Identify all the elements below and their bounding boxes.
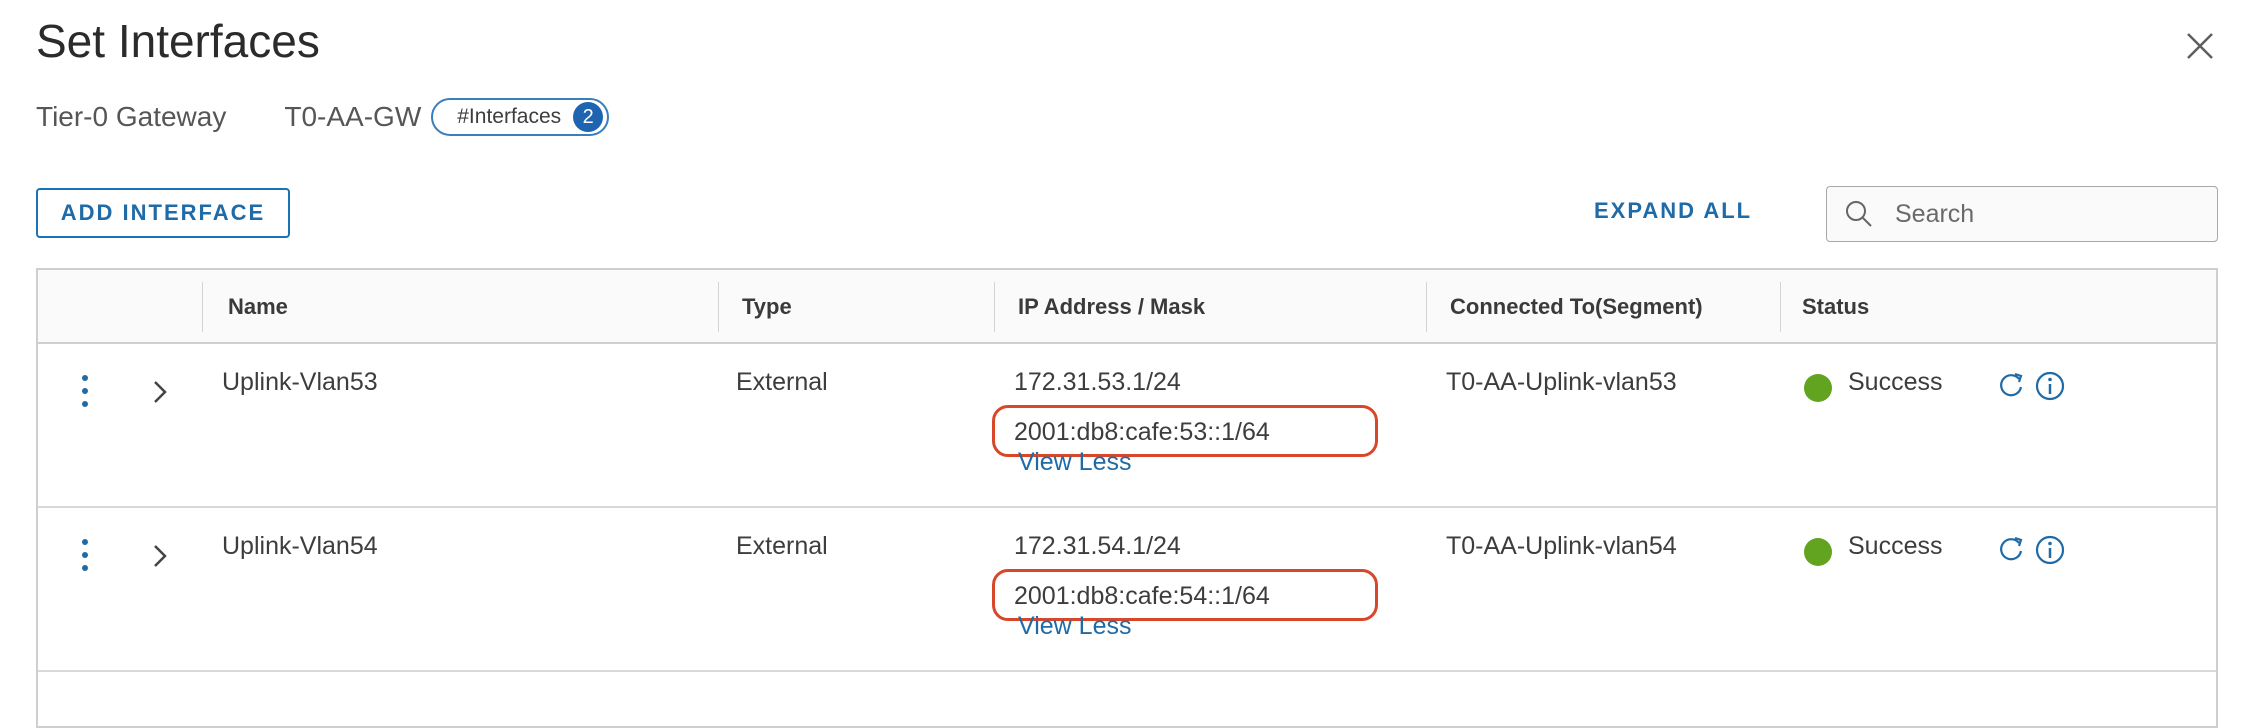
page-title: Set Interfaces [36,15,320,67]
add-interface-button[interactable]: ADD INTERFACE [36,188,290,238]
connected-segment: T0-AA-Uplink-vlan53 [1446,368,1677,396]
ipv4-address: 172.31.53.1/24 [1014,368,1181,396]
view-less-link[interactable]: View Less [1018,448,1132,477]
gateway-name: T0-AA-GW [284,101,422,132]
search-icon [1843,198,1875,230]
column-separator [1780,282,1781,332]
table-header: Name Type IP Address / Mask Connected To… [38,270,2216,344]
kebab-menu-icon[interactable] [78,538,92,572]
chevron-right-icon[interactable] [150,380,170,404]
interfaces-badge[interactable]: #Interfaces 2 [431,98,610,136]
status-indicator [1804,374,1832,402]
connected-segment: T0-AA-Uplink-vlan54 [1446,532,1677,560]
refresh-icon[interactable] [1996,370,2026,402]
interface-type: External [736,532,828,560]
interface-type: External [736,368,828,396]
interfaces-count: 2 [573,102,604,132]
status-text: Success [1848,368,1943,396]
column-header-name[interactable]: Name [228,294,288,320]
close-icon[interactable] [2180,26,2220,66]
column-header-segment[interactable]: Connected To(Segment) [1450,294,1703,320]
interfaces-table: Name Type IP Address / Mask Connected To… [36,268,2218,728]
kebab-menu-icon[interactable] [78,374,92,408]
column-header-status[interactable]: Status [1802,294,1869,320]
column-separator [202,282,203,332]
column-header-ip[interactable]: IP Address / Mask [1018,294,1205,320]
interface-name: Uplink-Vlan54 [222,532,378,560]
status-indicator [1804,538,1832,566]
info-icon[interactable] [2034,534,2066,566]
interfaces-badge-label: #Interfaces [457,105,562,128]
interface-name: Uplink-Vlan53 [222,368,378,396]
ipv4-address: 172.31.54.1/24 [1014,532,1181,560]
expand-all-button[interactable]: EXPAND ALL [1594,198,1752,224]
info-icon[interactable] [2034,370,2066,402]
search-box[interactable] [1826,186,2218,242]
column-separator [994,282,995,332]
table-row: Uplink-Vlan54 External 172.31.54.1/24 20… [38,508,2216,672]
gateway-label: Tier-0 Gateway [36,101,227,132]
view-less-link[interactable]: View Less [1018,612,1132,641]
gateway-info: Tier-0 Gateway T0-AA-GW #Interfaces 2 [36,96,610,138]
chevron-right-icon[interactable] [150,544,170,568]
column-header-type[interactable]: Type [742,294,792,320]
column-separator [718,282,719,332]
status-text: Success [1848,532,1943,560]
table-row: Uplink-Vlan53 External 172.31.53.1/24 20… [38,344,2216,508]
search-input[interactable] [1893,198,2197,230]
column-separator [1426,282,1427,332]
refresh-icon[interactable] [1996,534,2026,566]
